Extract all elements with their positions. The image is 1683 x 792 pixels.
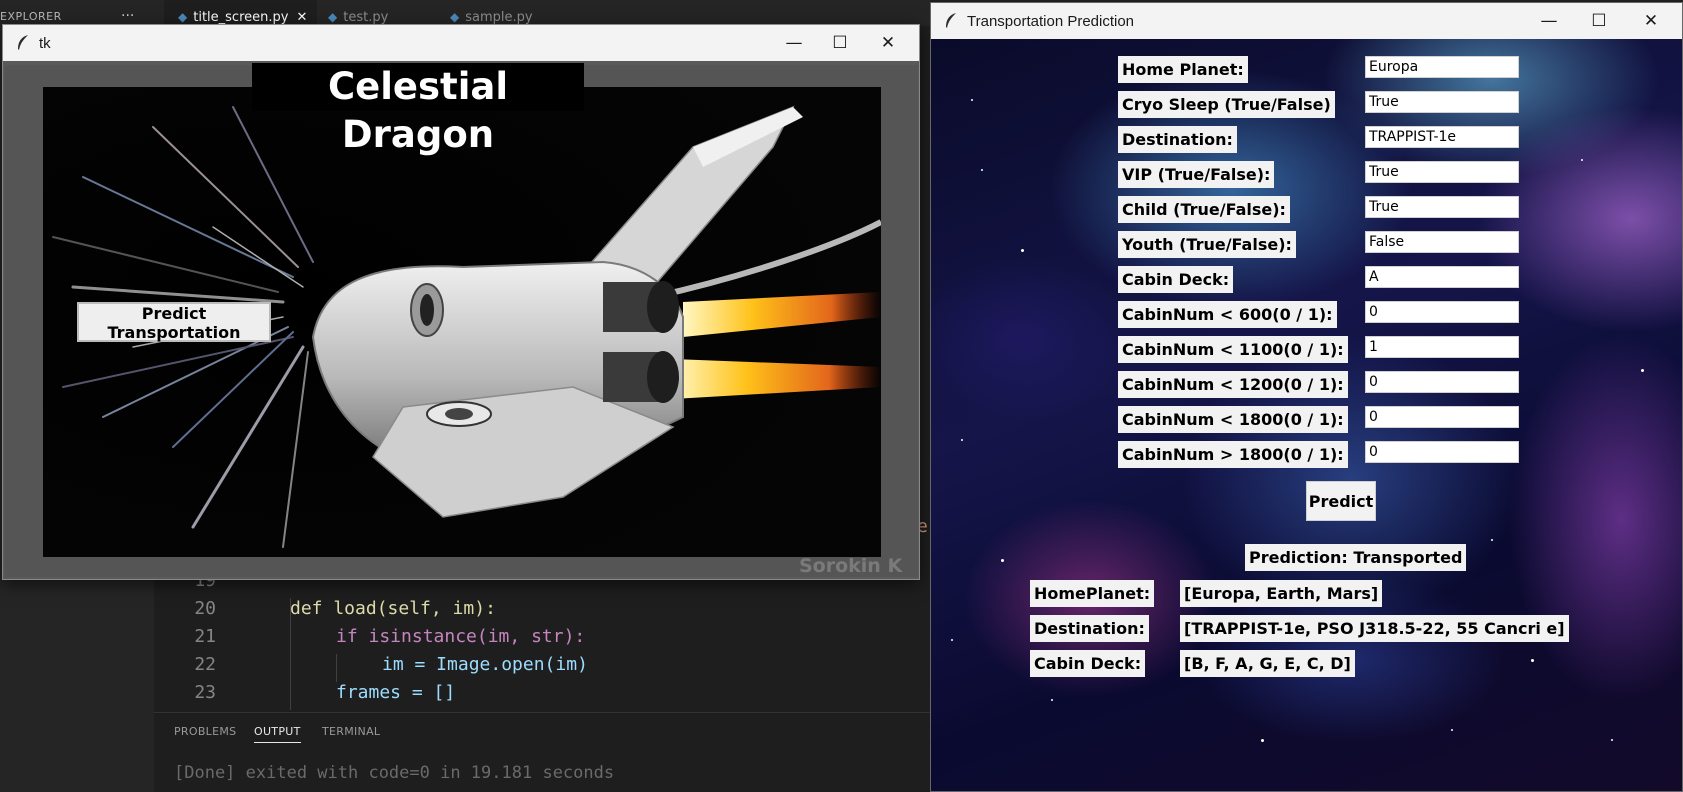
cabinnum-1200-input[interactable] [1365, 371, 1519, 393]
home-planet-label: Home Planet: [1118, 56, 1248, 83]
cabinnum-over-1800-input[interactable] [1365, 441, 1519, 463]
code-line: 23 frames = [] [154, 682, 455, 710]
output-text: [Done] exited with code=0 in 19.181 seco… [174, 763, 615, 783]
editor-tab-bar: EXPLORER ··· ◆ title_screen.py ✕ ◆ test.py … [0, 0, 930, 26]
game-title: Celestial Dragon [252, 63, 584, 156]
code-line: 20 def load(self, im): [154, 598, 496, 626]
star [971, 99, 973, 101]
line-number: 21 [194, 626, 216, 647]
cabinnum-1100-input[interactable] [1365, 336, 1519, 358]
star [1261, 739, 1264, 742]
destination-label: Destination: [1118, 126, 1237, 153]
ref-cabin-deck-label: Cabin Deck: [1030, 650, 1146, 677]
line-number: 20 [194, 598, 216, 619]
cabinnum-1200-label: CabinNum < 1200(0 / 1): [1118, 371, 1348, 398]
ref-homeplanet-options: [Europa, Earth, Mars] [1180, 580, 1383, 607]
line-number: 23 [194, 682, 216, 703]
indent-guide [336, 654, 337, 682]
ref-destination-options: [TRAPPIST-1e, PSO J318.5-22, 55 Cancri e… [1180, 615, 1569, 642]
minimize-icon[interactable]: — [1526, 7, 1572, 35]
cabinnum-1100-label: CabinNum < 1100(0 / 1): [1118, 336, 1348, 363]
star [1021, 249, 1024, 252]
galaxy-background: Home Planet: Cryo Sleep (True/False) Des… [931, 39, 1682, 791]
star [1451, 729, 1453, 731]
cabinnum-over-1800-label: CabinNum > 1800(0 / 1): [1118, 441, 1348, 468]
cabinnum-600-label: CabinNum < 600(0 / 1): [1118, 301, 1337, 328]
child-label: Child (True/False): [1118, 196, 1290, 223]
feather-icon [946, 13, 956, 28]
cryo-sleep-label: Cryo Sleep (True/False) [1118, 91, 1335, 118]
tk-window: tk — ☐ ✕ Celestial Dragon Predict Transp… [2, 24, 920, 580]
tab-sample[interactable]: ◆ sample.py [436, 0, 543, 26]
cabin-deck-label: Cabin Deck: [1118, 266, 1234, 293]
code-text: im = Image.open(im) [382, 654, 588, 675]
youth-input[interactable] [1365, 231, 1519, 253]
line-number: 22 [194, 654, 216, 675]
bottom-panel: PROBLEMS OUTPUT TERMINAL [Done] exited w… [154, 712, 930, 792]
maximize-icon[interactable]: ☐ [1576, 7, 1622, 35]
star [1001, 559, 1004, 562]
explorer-title: EXPLORER [0, 10, 62, 23]
tab-title-screen[interactable]: ◆ title_screen.py ✕ [164, 0, 318, 26]
window-title: Transportation Prediction [967, 13, 1135, 30]
star [1641, 369, 1644, 372]
cabinnum-1800-label: CabinNum < 1800(0 / 1): [1118, 406, 1348, 433]
ref-cabin-deck-options: [B, F, A, G, E, C, D] [1180, 650, 1355, 677]
predict-transportation-button[interactable]: Predict Transportation [77, 302, 271, 342]
star [981, 169, 983, 171]
python-file-icon: ◆ [328, 10, 338, 24]
transportation-prediction-window: Transportation Prediction — ☐ ✕ Home Pla… [930, 2, 1683, 792]
star [1611, 739, 1613, 741]
cabinnum-1800-input[interactable] [1365, 406, 1519, 428]
code-text: frames = [] [336, 682, 456, 703]
star [1491, 539, 1493, 541]
maximize-icon[interactable]: ☐ [817, 29, 863, 57]
ref-homeplanet-label: HomePlanet: [1030, 580, 1155, 607]
prediction-result: Prediction: Transported [1245, 544, 1467, 571]
cryo-sleep-input[interactable] [1365, 91, 1519, 113]
title-bar[interactable]: Transportation Prediction — ☐ ✕ [931, 3, 1682, 39]
python-file-icon: ◆ [178, 10, 188, 24]
destination-input[interactable] [1365, 126, 1519, 148]
code-text: def load(self, im): [290, 598, 496, 619]
feather-icon [18, 35, 28, 50]
star [961, 439, 963, 441]
close-icon[interactable]: ✕ [1628, 7, 1674, 35]
star [951, 639, 953, 641]
close-tab-icon[interactable]: ✕ [296, 10, 307, 25]
child-input[interactable] [1365, 196, 1519, 218]
ref-destination-label: Destination: [1030, 615, 1149, 642]
python-file-icon: ◆ [450, 10, 460, 24]
tab-label: sample.py [465, 10, 533, 25]
predict-button[interactable]: Predict [1306, 481, 1376, 521]
cabin-deck-input[interactable] [1365, 266, 1519, 288]
cabinnum-600-input[interactable] [1365, 301, 1519, 323]
tab-test[interactable]: ◆ test.py [314, 0, 398, 26]
minimize-icon[interactable]: — [771, 29, 817, 57]
indent-guide [290, 598, 291, 710]
star [1051, 699, 1053, 701]
tab-label: test.py [343, 10, 389, 25]
tab-output[interactable]: OUTPUT [254, 725, 301, 743]
home-planet-input[interactable] [1365, 56, 1519, 78]
tab-terminal[interactable]: TERMINAL [322, 725, 380, 738]
vip-label: VIP (True/False): [1118, 161, 1275, 188]
more-actions-icon[interactable]: ··· [121, 8, 134, 24]
tab-problems[interactable]: PROBLEMS [174, 725, 236, 738]
window-title: tk [39, 35, 51, 52]
tab-label: title_screen.py [193, 10, 289, 25]
vip-input[interactable] [1365, 161, 1519, 183]
youth-label: Youth (True/False): [1118, 231, 1296, 258]
code-line: 22 im = Image.open(im) [154, 654, 588, 682]
star [1531, 659, 1534, 662]
code-line: 21 if isinstance(im, str): [154, 626, 585, 654]
author-watermark: Sorokin K [799, 555, 903, 577]
code-text: if isinstance(im, str): [336, 626, 586, 647]
star [1581, 159, 1583, 161]
title-bar[interactable]: tk — ☐ ✕ [3, 25, 919, 61]
close-icon[interactable]: ✕ [865, 29, 911, 57]
